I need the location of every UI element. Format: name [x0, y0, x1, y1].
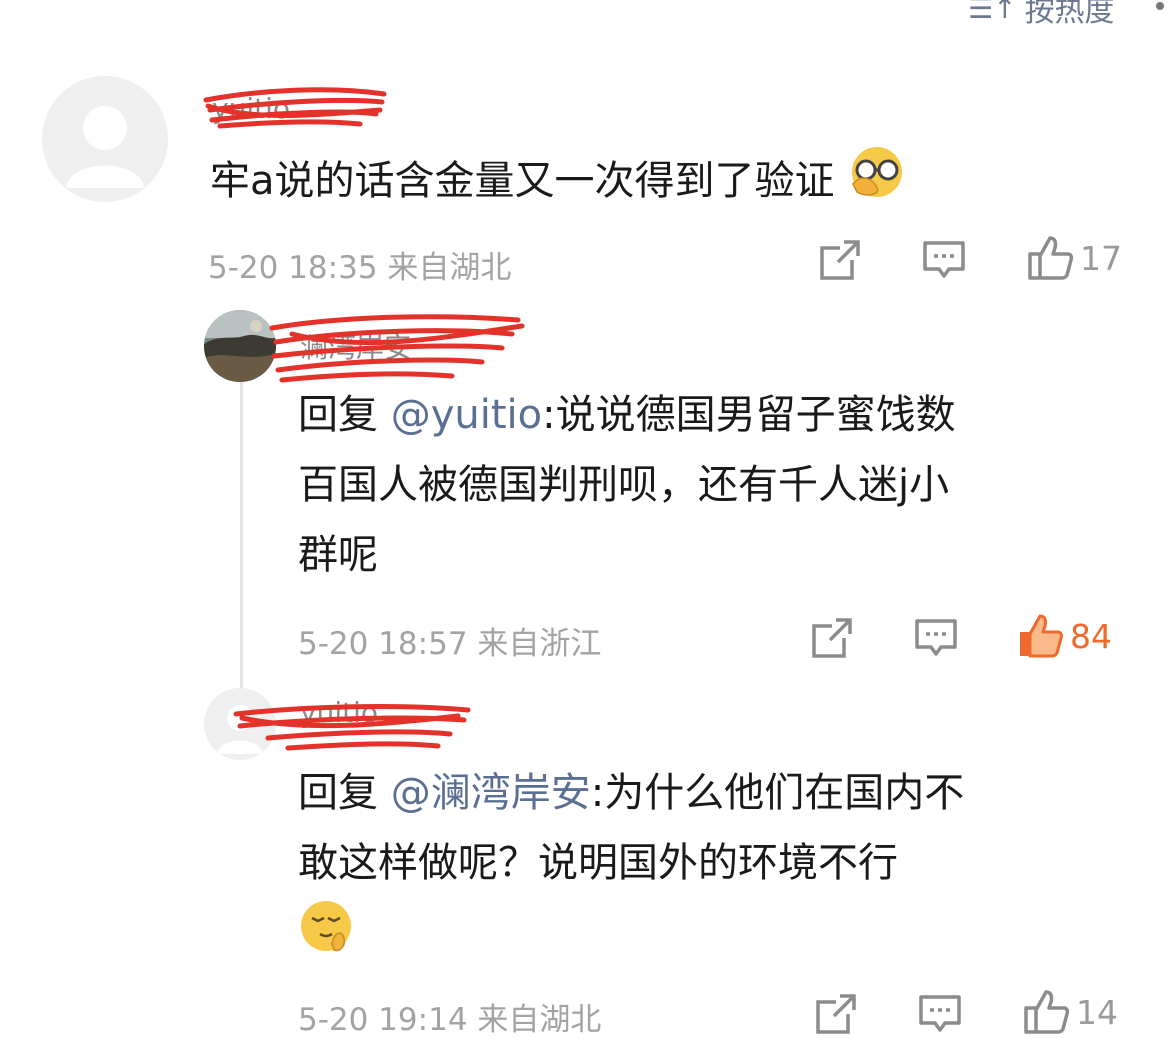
- shush-emoji: [298, 898, 354, 976]
- share-button[interactable]: [810, 616, 854, 660]
- like-count: 84: [1070, 616, 1112, 656]
- username[interactable]: 澜湾岸安: [300, 326, 412, 366]
- like-button[interactable]: 17: [1026, 234, 1122, 282]
- avatar[interactable]: [204, 310, 276, 382]
- default-avatar-icon: [42, 76, 168, 202]
- username[interactable]: yuitio: [300, 696, 378, 729]
- default-avatar-icon: [204, 688, 276, 760]
- share-button[interactable]: [818, 238, 862, 282]
- comment-meta: 5-20 18:35 来自湖北: [208, 250, 512, 286]
- comment-button[interactable]: [922, 238, 966, 282]
- share-icon: [820, 240, 860, 280]
- thumbs-up-icon: [1024, 990, 1070, 1034]
- comment-meta: 5-20 19:14 来自湖北: [298, 1002, 602, 1038]
- mention-link[interactable]: @澜湾岸安: [391, 770, 591, 816]
- like-count: 14: [1076, 992, 1118, 1032]
- comment-icon: [919, 995, 961, 1032]
- avatar[interactable]: [204, 688, 276, 760]
- comment-button[interactable]: [918, 992, 962, 1036]
- landscape-avatar-icon: [204, 310, 276, 382]
- share-button[interactable]: [814, 992, 858, 1036]
- comment-meta: 5-20 18:57 来自浙江: [298, 626, 602, 662]
- comment-icon: [915, 619, 957, 656]
- mention-link[interactable]: @yuitio: [391, 392, 542, 438]
- like-button[interactable]: 14: [1022, 988, 1118, 1036]
- reply-text: 回复 @澜湾岸安:为什么他们在国内不 敢这样做呢？说明国外的环境不行: [298, 758, 1158, 976]
- like-count: 17: [1080, 238, 1122, 278]
- sort-icon: ☰↑: [968, 0, 1017, 25]
- facepalm-emoji: [847, 144, 907, 222]
- avatar[interactable]: [42, 76, 168, 202]
- thumbs-up-icon: [1020, 614, 1063, 658]
- username[interactable]: yuitio: [212, 92, 290, 125]
- share-icon: [812, 618, 852, 658]
- comment-text: 牢a说的话含金量又一次得到了验证: [210, 144, 907, 222]
- reply-text: 回复 @yuitio:说说德国男留子蜜饯数 百国人被德国判刑呗，还有千人迷j小 …: [298, 392, 956, 578]
- comment-icon: [923, 241, 965, 278]
- thumbs-up-icon: [1028, 236, 1074, 280]
- like-button[interactable]: 84: [1016, 612, 1112, 660]
- thread-line: [240, 378, 243, 690]
- more-dot: [1156, 2, 1164, 10]
- comment-button[interactable]: [914, 616, 958, 660]
- sort-by-hot-button[interactable]: ☰↑ 按热度: [968, 0, 1115, 30]
- share-icon: [816, 994, 856, 1034]
